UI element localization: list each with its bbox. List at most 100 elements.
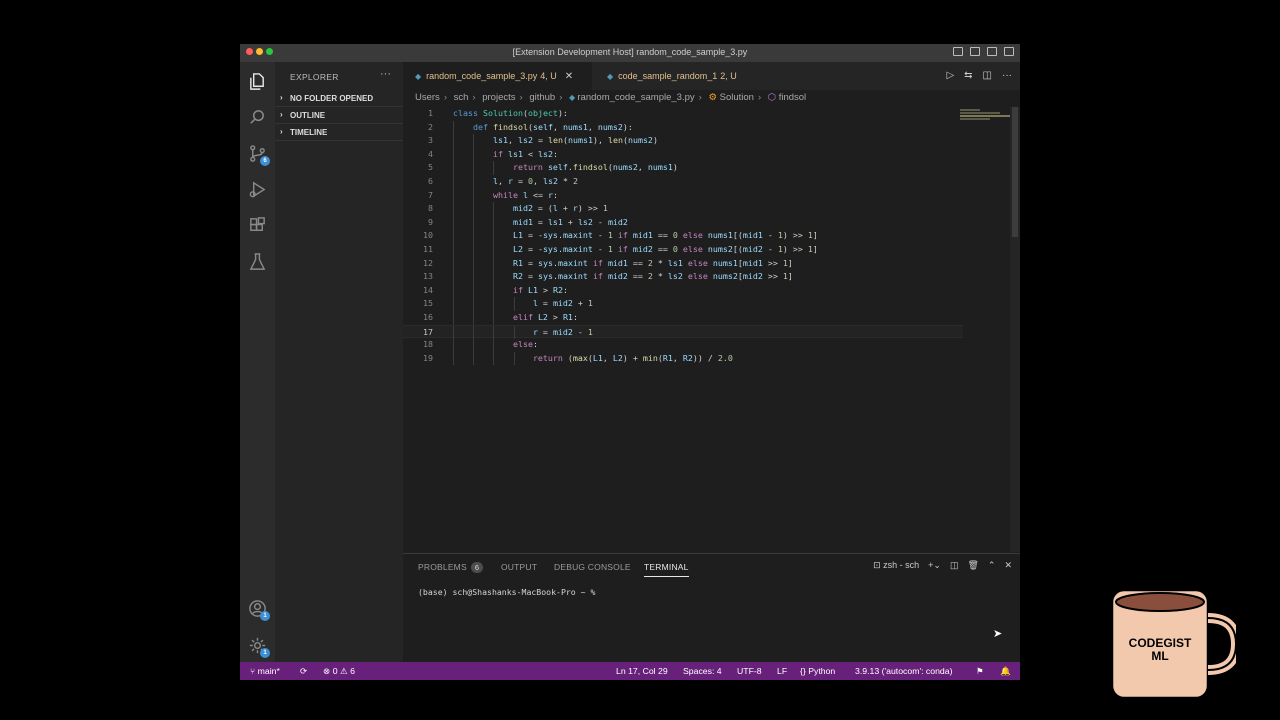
code-line[interactable]: 9 mid1 = ls1 + ls2 - mid2 xyxy=(403,215,963,230)
breadcrumb-item[interactable]: random_code_sample_3.py xyxy=(577,92,694,103)
code-line[interactable]: 6 l, r = 0, ls2 * 2 xyxy=(403,175,963,189)
tab-terminal[interactable]: TERMINAL xyxy=(644,562,689,577)
vscode-window: [Extension Development Host] random_code… xyxy=(240,44,1020,680)
breadcrumb-item[interactable]: Users xyxy=(415,92,440,103)
python-interpreter[interactable]: 3.9.13 ('autocom': conda) xyxy=(855,666,953,676)
indent-guide xyxy=(473,243,475,257)
problems-status[interactable]: ⊗ 0 ⚠ 6 xyxy=(323,666,355,677)
code-line[interactable]: 16 elif L2 > R1: xyxy=(403,311,963,325)
code-line[interactable]: 15 l = mid2 + 1 xyxy=(403,297,963,311)
code-line[interactable]: 4 if ls1 < ls2: xyxy=(403,147,963,162)
section-timeline[interactable]: › TIMELINE xyxy=(275,125,403,141)
customize-layout-icon[interactable] xyxy=(1004,47,1014,56)
toggle-primary-sidebar-icon[interactable] xyxy=(953,47,963,56)
search-icon[interactable] xyxy=(248,108,267,127)
terminal-selector[interactable]: ⊡ zsh - sch xyxy=(873,560,919,571)
indent-guide xyxy=(453,175,454,189)
editor-tabs: ◆ random_code_sample_3.py 4, U ✕ ◆ code_samp… xyxy=(403,62,1020,90)
indent-guide xyxy=(453,188,454,203)
open-changes-icon[interactable]: ⇆ xyxy=(964,70,972,81)
indent-guide xyxy=(473,256,475,271)
tab-random-code-sample-3[interactable]: ◆ random_code_sample_3.py 4, U ✕ xyxy=(403,62,592,90)
code-line[interactable]: 3 ls1, ls2 = len(nums1), len(nums2) xyxy=(403,134,963,148)
source-control-icon[interactable]: 6 xyxy=(248,144,270,166)
indent-guide xyxy=(453,229,454,243)
feedback-icon[interactable]: ⚑ xyxy=(976,666,984,677)
indent-guide xyxy=(473,175,475,189)
bottom-panel: PROBLEMS 6 OUTPUT DEBUG CONSOLE TERMINAL … xyxy=(403,553,1020,662)
sidebar-more-actions-button[interactable]: ··· xyxy=(380,68,391,80)
indent-guide xyxy=(473,215,475,230)
code-line[interactable]: 13 R2 = sys.maxint if mid2 == 2 * ls2 el… xyxy=(403,270,963,284)
breadcrumb-item[interactable]: Solution xyxy=(720,92,754,103)
source-control-badge: 6 xyxy=(260,156,270,166)
testing-icon[interactable] xyxy=(248,252,267,271)
code-line[interactable]: 10 L1 = -sys.maxint - 1 if mid1 == 0 els… xyxy=(403,229,963,243)
indent-guide xyxy=(453,283,454,298)
run-python-file-icon[interactable]: ▷ xyxy=(946,70,954,81)
code-line[interactable]: 17 r = mid2 - 1 xyxy=(403,324,963,340)
toggle-secondary-sidebar-icon[interactable] xyxy=(987,47,997,56)
code-text: else: xyxy=(512,339,538,350)
line-number: 14 xyxy=(423,284,433,295)
code-line[interactable]: 19 return (max(L1, L2) + min(R1, R2)) / … xyxy=(403,351,963,366)
indent-guide xyxy=(453,351,454,366)
explorer-files-icon[interactable] xyxy=(248,72,267,91)
tab-debug-console[interactable]: DEBUG CONSOLE xyxy=(554,562,631,572)
tab-problems[interactable]: PROBLEMS 6 xyxy=(418,562,484,573)
maximize-panel-chevron-up-icon[interactable]: ⌃ xyxy=(988,560,996,571)
cursor-position[interactable]: Ln 17, Col 29 xyxy=(616,666,668,676)
breadcrumb-item[interactable]: projects xyxy=(482,92,515,103)
breadcrumb-item[interactable]: github xyxy=(529,92,555,103)
code-line[interactable]: 14 if L1 > R2: xyxy=(403,283,963,298)
code-line[interactable]: 12 R1 = sys.maxint if mid1 == 2 * ls1 el… xyxy=(403,256,963,271)
language-mode[interactable]: {} Python xyxy=(800,666,835,676)
accounts-icon[interactable]: 1 xyxy=(248,599,270,621)
code-line[interactable]: 8 mid2 = (l + r) >> 1 xyxy=(403,202,963,216)
code-line[interactable]: 11 L2 = -sys.maxint - 1 if mid2 == 0 els… xyxy=(403,243,963,257)
split-editor-icon[interactable]: ◫ xyxy=(983,70,992,81)
indentation[interactable]: Spaces: 4 xyxy=(683,666,722,676)
breadcrumb-item[interactable]: sch xyxy=(454,92,469,103)
indent-guide xyxy=(453,338,454,352)
code-line[interactable]: 2 def findsol(self, nums1, nums2): xyxy=(403,120,963,135)
code-line[interactable]: 5 return self.findsol(nums2, nums1) xyxy=(403,161,963,175)
terminal-prompt[interactable]: (base) sch@Shashanks-MacBook-Pro ~ % xyxy=(418,587,595,597)
close-panel-icon[interactable]: ✕ xyxy=(1004,560,1012,571)
section-outline[interactable]: › OUTLINE xyxy=(275,108,403,124)
code-line[interactable]: 1 class Solution(object): xyxy=(403,107,963,121)
close-tab-icon[interactable]: ✕ xyxy=(565,71,573,82)
more-actions-icon[interactable]: ··· xyxy=(1002,70,1012,81)
code-text: mid1 = ls1 + ls2 - mid2 xyxy=(512,216,628,227)
kill-terminal-trash-icon[interactable]: 🗑 xyxy=(967,560,978,571)
settings-gear-icon[interactable]: 1 xyxy=(248,636,270,658)
branch-status[interactable]: ⑂ main* xyxy=(250,666,280,676)
breadcrumb-item[interactable]: findsol xyxy=(779,92,806,103)
code-line[interactable]: 18 else: xyxy=(403,338,963,352)
code-line[interactable]: 7 while l <= r: xyxy=(403,188,963,203)
notifications-bell-icon[interactable]: 🔔 xyxy=(1000,666,1011,677)
split-terminal-icon[interactable]: ◫ xyxy=(950,560,959,571)
new-terminal-plus-icon[interactable]: +⌄ xyxy=(928,560,941,571)
indent-guide xyxy=(473,270,475,284)
tab-code-sample-random-1[interactable]: ◆ code_sample_random_1 2, U xyxy=(595,62,765,90)
settings-badge: 1 xyxy=(260,648,270,658)
editor-scrollbar[interactable] xyxy=(1010,107,1020,552)
line-number: 19 xyxy=(423,352,433,363)
run-debug-icon[interactable] xyxy=(248,180,267,199)
toggle-panel-icon[interactable] xyxy=(970,47,980,56)
line-number: 17 xyxy=(423,326,433,337)
indent-guide xyxy=(453,256,454,271)
minimap[interactable] xyxy=(960,109,1010,129)
sync-icon[interactable]: ⟳ xyxy=(300,666,307,677)
end-of-line[interactable]: LF xyxy=(777,666,787,676)
encoding[interactable]: UTF-8 xyxy=(737,666,762,676)
indent-guide xyxy=(473,229,475,243)
line-number: 6 xyxy=(428,176,433,186)
indent-guide xyxy=(473,311,475,325)
indent-guide xyxy=(473,338,475,352)
extensions-icon[interactable] xyxy=(248,216,267,235)
section-no-folder-opened[interactable]: › NO FOLDER OPENED xyxy=(275,91,403,107)
tab-output[interactable]: OUTPUT xyxy=(501,562,537,572)
indent-guide xyxy=(513,297,515,311)
